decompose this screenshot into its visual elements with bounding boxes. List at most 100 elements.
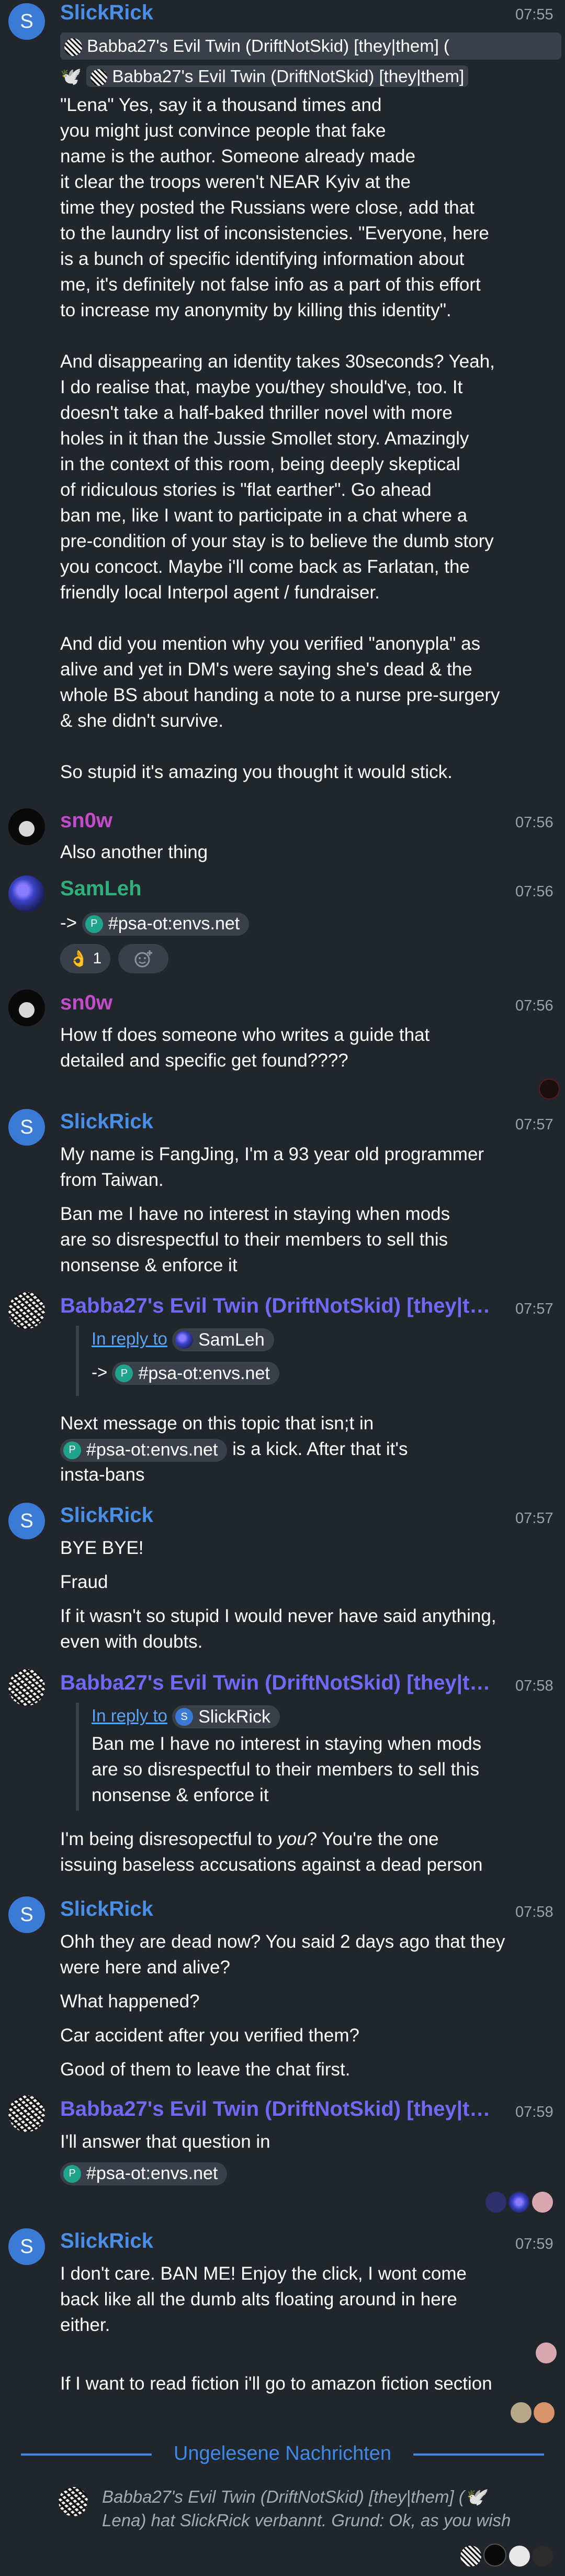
- read-receipt-avatar: [534, 2402, 555, 2423]
- avatar[interactable]: [8, 808, 45, 845]
- message-body: -> P #psa-ot:envs.net: [60, 910, 250, 936]
- read-receipt-avatar: [532, 2192, 553, 2213]
- read-receipt-avatar[interactable]: [536, 2342, 557, 2363]
- sender-name[interactable]: SlickRick: [60, 1, 153, 25]
- message-body: My name is FangJing, I'm a 93 year old p…: [60, 1141, 557, 1278]
- timestamp: 07:57: [515, 1116, 553, 1133]
- avatar[interactable]: S: [8, 1503, 45, 1539]
- user-pill[interactable]: S SlickRick: [172, 1705, 280, 1729]
- room-pill[interactable]: P #psa-ot:envs.net: [60, 1438, 228, 1462]
- event-text-line: Lena) hat SlickRick verbannt. Grund: Ok,…: [102, 2511, 511, 2530]
- sender-name[interactable]: SlickRick: [60, 1504, 153, 1527]
- paragraph: And did you mention why you verified "an…: [60, 631, 557, 734]
- sender-name[interactable]: sn0w: [60, 991, 112, 1015]
- text-line: How tf does someone who writes a guide t…: [60, 1025, 430, 1045]
- avatar[interactable]: [8, 1669, 45, 1706]
- sender-name[interactable]: sn0w: [60, 809, 112, 832]
- avatar[interactable]: S: [8, 1109, 45, 1146]
- reply-quote[interactable]: In reply to S SlickRick Ban me I have no …: [76, 1703, 552, 1811]
- avatar[interactable]: S: [8, 3, 45, 40]
- room-pill[interactable]: P #psa-ot:envs.net: [60, 2162, 228, 2185]
- text-line: ban me, like I want to participate in a …: [60, 505, 468, 526]
- room-icon: P: [63, 1441, 81, 1459]
- room-icon: P: [63, 2164, 81, 2183]
- room-pill-label: #psa-ot:envs.net: [86, 1440, 218, 1460]
- message-body: How tf does someone who writes a guide t…: [60, 1022, 430, 1073]
- reply-quote[interactable]: In reply to SamLeh -> P #psa-ot:envs.net: [76, 1326, 552, 1396]
- avatar[interactable]: [8, 2095, 45, 2132]
- read-receipts[interactable]: [511, 2402, 555, 2426]
- text-line: I do realise that, maybe you/they should…: [60, 377, 463, 397]
- in-reply-to-link[interactable]: In reply to: [92, 1329, 167, 1348]
- text-line: friendly local Interpol agent / fundrais…: [60, 582, 380, 603]
- user-pill-label: SlickRick: [198, 1707, 270, 1727]
- paragraph: And disappearing an identity takes 30sec…: [60, 349, 557, 605]
- text-line: is a bunch of specific identifying infor…: [60, 249, 465, 269]
- timestamp: 07:58: [515, 1678, 553, 1694]
- room-pill[interactable]: P #psa-ot:envs.net: [112, 1362, 279, 1385]
- sender-name[interactable]: Babba27's Evil Twin (DriftNotSkid) [they…: [60, 1671, 500, 1695]
- sender-name[interactable]: SlickRick: [60, 2229, 153, 2253]
- add-reaction-icon: [134, 950, 152, 968]
- text-line: either.: [60, 2315, 110, 2335]
- text-line: in the context of this room, being deepl…: [60, 454, 460, 474]
- read-receipt-avatar: [508, 2546, 530, 2567]
- quoted-user-pill-2[interactable]: Babba27's Evil Twin (DriftNotSkid) [they…: [86, 65, 469, 87]
- user-pill[interactable]: SamLeh: [172, 1328, 274, 1352]
- quoted-user-pill[interactable]: Babba27's Evil Twin (DriftNotSkid) [they…: [60, 32, 561, 60]
- text-line: Good of them to leave the chat first.: [60, 2059, 351, 2080]
- text-line: Ban me I have no interest in staying whe…: [60, 1204, 450, 1224]
- event-avatar[interactable]: [59, 2487, 88, 2516]
- text-line: I'll answer that question in: [60, 2131, 270, 2152]
- text-line: doesn't take a half-baked thriller novel…: [60, 403, 453, 423]
- room-pill[interactable]: P #psa-ot:envs.net: [82, 912, 250, 936]
- text-line: whole BS about handing a note to a nurse…: [60, 685, 500, 705]
- text-line: I don't care. BAN ME! Enjoy the click, I…: [60, 2263, 467, 2284]
- sender-name[interactable]: SlickRick: [60, 1897, 153, 1921]
- timestamp: 07:55: [515, 6, 553, 23]
- avatar[interactable]: S: [8, 2228, 45, 2265]
- dove-icon: 🕊️: [60, 66, 82, 86]
- text-line: it clear the troops weren't NEAR Kyiv at…: [60, 172, 411, 192]
- text-line: nonsense & enforce it: [92, 1785, 269, 1805]
- text-fragment: is a kick. After that it's: [227, 1439, 408, 1459]
- text-line: issuing baseless accusations against a d…: [60, 1855, 483, 1875]
- timestamp: 07:57: [515, 1301, 553, 1317]
- text-line: back like all the dumb alts floating aro…: [60, 2289, 457, 2309]
- avatar[interactable]: [8, 875, 45, 912]
- read-receipts[interactable]: [460, 2544, 553, 2569]
- read-receipt-avatar[interactable]: [539, 1079, 560, 1100]
- text-line: Ohh they are dead now? You said 2 days a…: [60, 1931, 505, 1952]
- message-body: I'll answer that question in P #psa-ot:en…: [60, 2129, 557, 2185]
- sender-name[interactable]: Babba27's Evil Twin (DriftNotSkid) [they…: [60, 1294, 500, 1318]
- text-line: Fraud: [60, 1572, 108, 1592]
- text-line: name is the author. Someone already made: [60, 146, 416, 166]
- avatar-figure-icon: [19, 1002, 35, 1018]
- avatar[interactable]: [8, 1292, 45, 1329]
- text-line: insta-bans: [60, 1464, 145, 1485]
- arrow-text: ->: [92, 1362, 108, 1382]
- sender-name[interactable]: Babba27's Evil Twin (DriftNotSkid) [they…: [60, 2097, 500, 2121]
- add-reaction-button[interactable]: [118, 944, 168, 973]
- read-receipt-avatar: [508, 2192, 530, 2213]
- sender-name[interactable]: SamLeh: [60, 877, 142, 901]
- timestamp: 07:58: [515, 1904, 553, 1920]
- text-line: time they posted the Russians were close…: [60, 197, 474, 218]
- user-avatar-icon: S: [175, 1708, 194, 1726]
- avatar[interactable]: [8, 990, 45, 1026]
- in-reply-to-link[interactable]: In reply to: [92, 1706, 167, 1725]
- sender-name[interactable]: SlickRick: [60, 1110, 153, 1134]
- emphasis-text: you: [277, 1829, 307, 1849]
- text-line: What happened?: [60, 1991, 200, 2012]
- read-receipt-avatar: [511, 2402, 532, 2423]
- text-line: pre-condition of your stay is to believe…: [60, 531, 494, 551]
- text-line: you might just convince people that fake: [60, 120, 386, 141]
- read-receipts[interactable]: [485, 2192, 553, 2215]
- avatar[interactable]: S: [8, 1896, 45, 1933]
- text-line: were here and alive?: [60, 1957, 230, 1978]
- arrow-text: ->: [60, 913, 77, 933]
- room-icon: P: [85, 915, 103, 933]
- reaction-chip[interactable]: 👌 1: [60, 944, 110, 973]
- text-line: to the laundry list of inconsistencies. …: [60, 223, 489, 243]
- timestamp: 07:56: [515, 997, 553, 1014]
